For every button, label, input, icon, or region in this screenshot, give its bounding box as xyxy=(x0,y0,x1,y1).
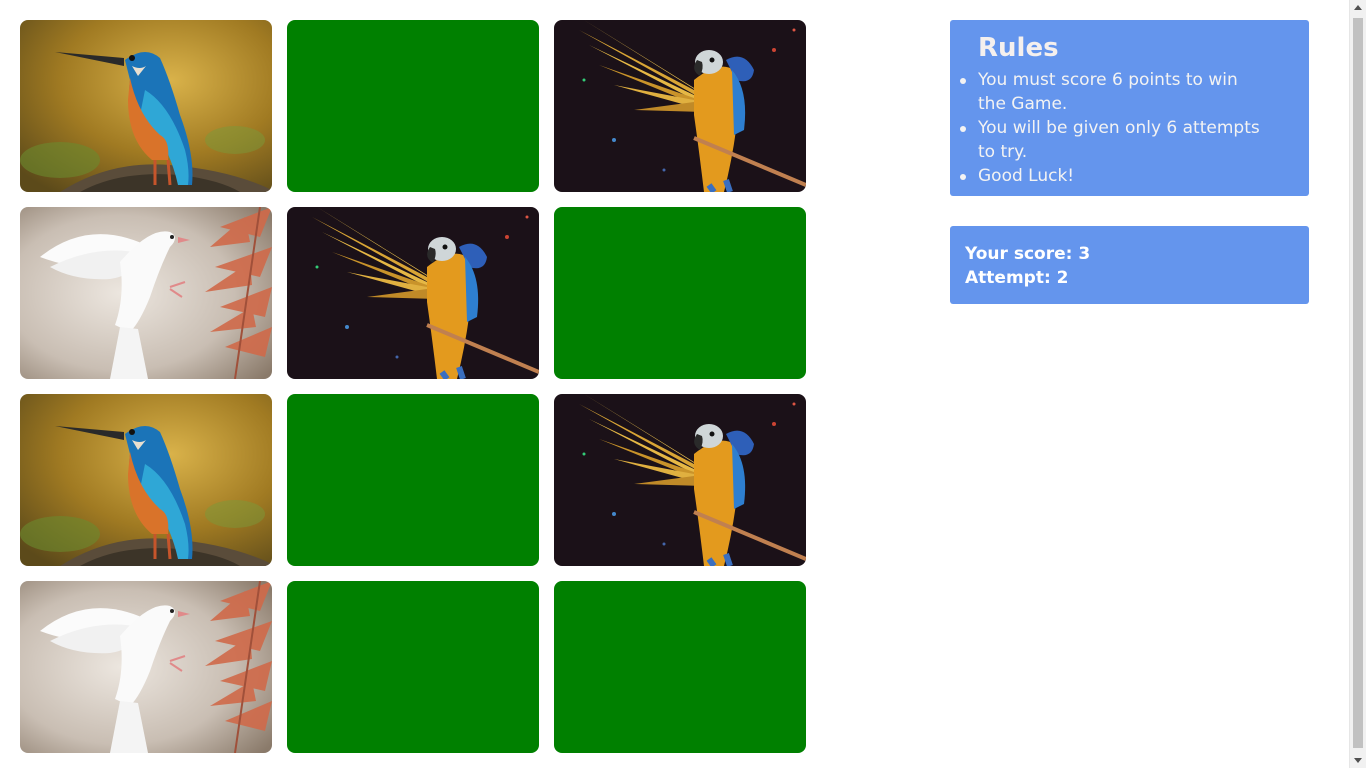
scrollbar[interactable] xyxy=(1349,0,1366,768)
card-hidden[interactable] xyxy=(287,394,539,566)
scroll-down-icon[interactable] xyxy=(1354,758,1362,763)
card-hidden[interactable] xyxy=(287,581,539,753)
kingfisher-image xyxy=(20,394,272,566)
rule-item: You must score 6 points to win the Game. xyxy=(960,68,1289,116)
card-kingfisher[interactable] xyxy=(20,20,272,192)
score-panel: Your score: 3 Attempt: 2 xyxy=(950,226,1309,304)
rules-list: You must score 6 points to win the Game.… xyxy=(960,68,1289,188)
dove-image xyxy=(20,581,272,753)
macaw-image xyxy=(287,207,539,379)
rule-item: Good Luck! xyxy=(960,164,1289,188)
card-hidden[interactable] xyxy=(287,20,539,192)
card-kingfisher[interactable] xyxy=(20,394,272,566)
card-hidden[interactable] xyxy=(554,207,806,379)
card-dove[interactable] xyxy=(20,207,272,379)
card-hidden[interactable] xyxy=(554,581,806,753)
dove-image xyxy=(20,207,272,379)
rules-title: Rules xyxy=(978,33,1059,63)
scroll-up-icon[interactable] xyxy=(1354,5,1362,10)
scrollbar-thumb[interactable] xyxy=(1353,18,1363,748)
card-macaw[interactable] xyxy=(554,394,806,566)
macaw-image xyxy=(554,20,806,192)
macaw-image xyxy=(554,394,806,566)
card-macaw[interactable] xyxy=(287,207,539,379)
rule-item: You will be given only 6 attempts to try… xyxy=(960,116,1289,164)
kingfisher-image xyxy=(20,20,272,192)
card-dove[interactable] xyxy=(20,581,272,753)
score-text: Your score: 3 xyxy=(965,244,1091,264)
rules-panel: Rules You must score 6 points to win the… xyxy=(950,20,1309,196)
attempt-text: Attempt: 2 xyxy=(965,268,1069,288)
card-macaw[interactable] xyxy=(554,20,806,192)
